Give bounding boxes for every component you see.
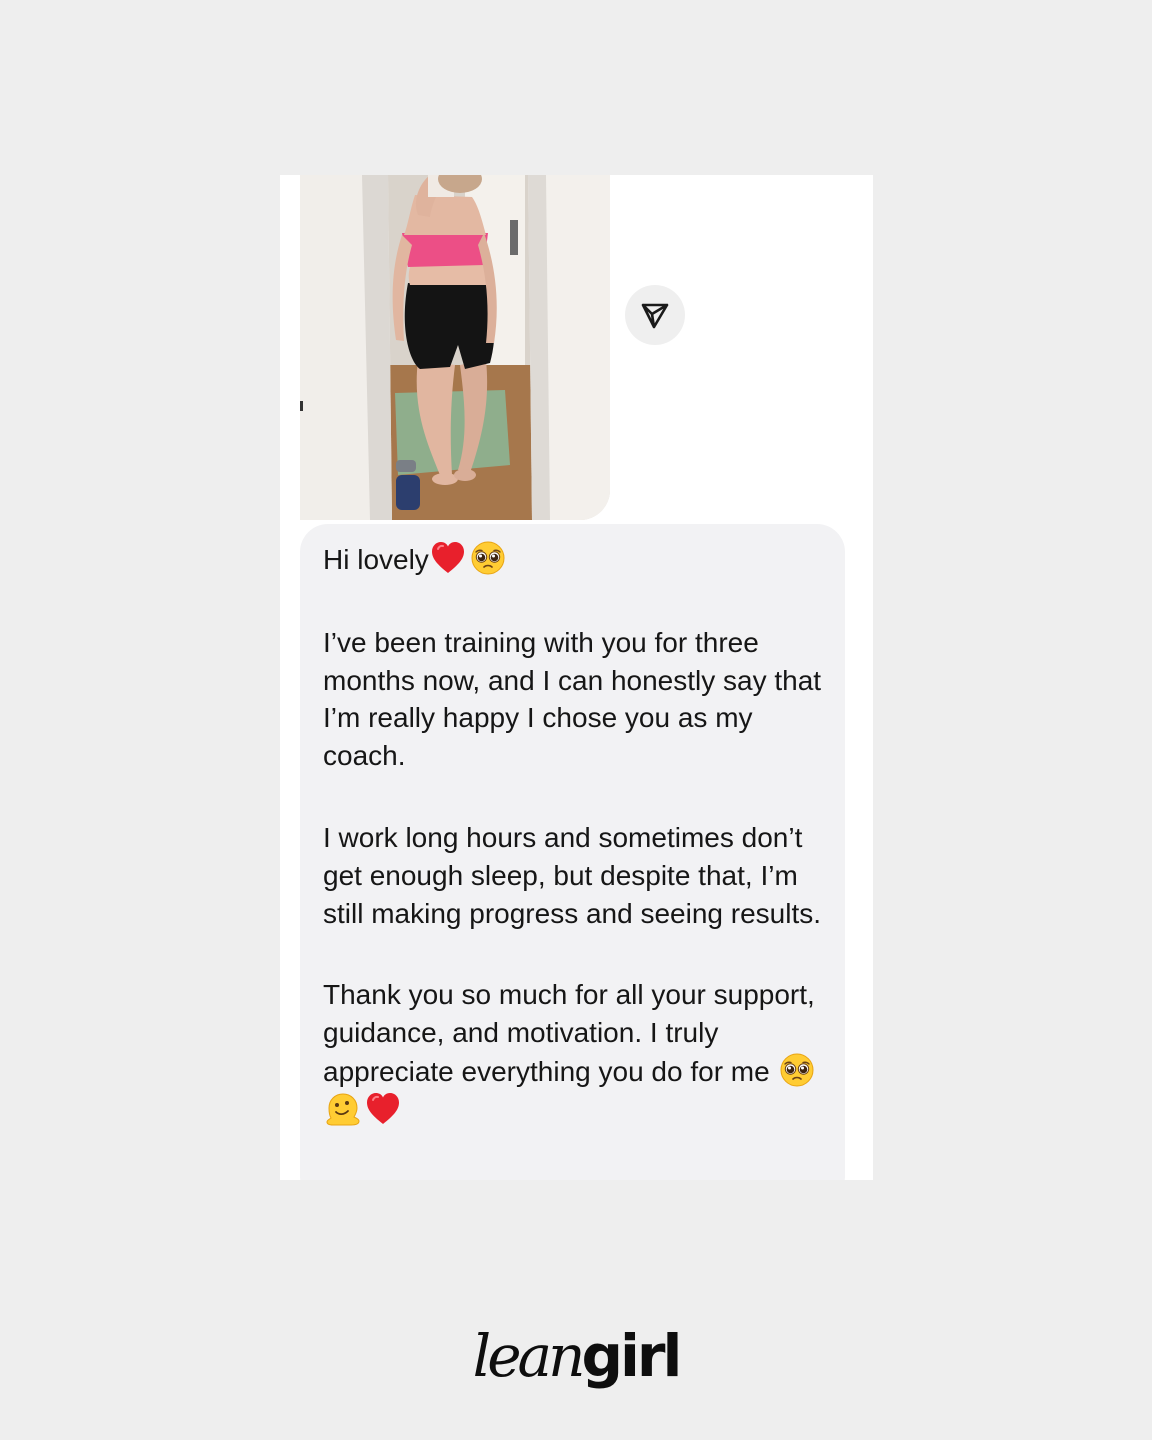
brand-logo: leangirl (0, 1322, 1152, 1390)
melting-face-emoji (326, 1093, 360, 1126)
red-heart-emoji (367, 1092, 399, 1124)
send-icon (641, 303, 669, 329)
brand-logo-part-1: lean (472, 1322, 586, 1390)
message-greeting-line: Hi lovely (323, 540, 823, 579)
message-paragraph-1: I’ve been training with you for three mo… (323, 626, 822, 772)
message-paragraph-3: Thank you so much for all your support, … (323, 979, 815, 1087)
pleading-face-emoji (780, 1053, 814, 1087)
progress-photo[interactable] (300, 175, 610, 520)
share-button[interactable] (625, 285, 685, 345)
message-paragraph-2: I work long hours and sometimes don’t ge… (323, 821, 822, 929)
mirror-selfie-image (300, 175, 610, 520)
message-greeting: Hi lovely (323, 544, 429, 575)
message-bubble[interactable]: Hi lovely I’ve been training with you fo… (300, 524, 845, 1180)
message-paragraph-3-line: Thank you so much for all your support, … (323, 976, 823, 1129)
pleading-face-emoji (471, 541, 505, 575)
red-heart-emoji (431, 542, 464, 573)
chat-screenshot: Hi lovely I’ve been training with you fo… (280, 175, 873, 1180)
brand-logo-part-2: girl (581, 1322, 682, 1390)
